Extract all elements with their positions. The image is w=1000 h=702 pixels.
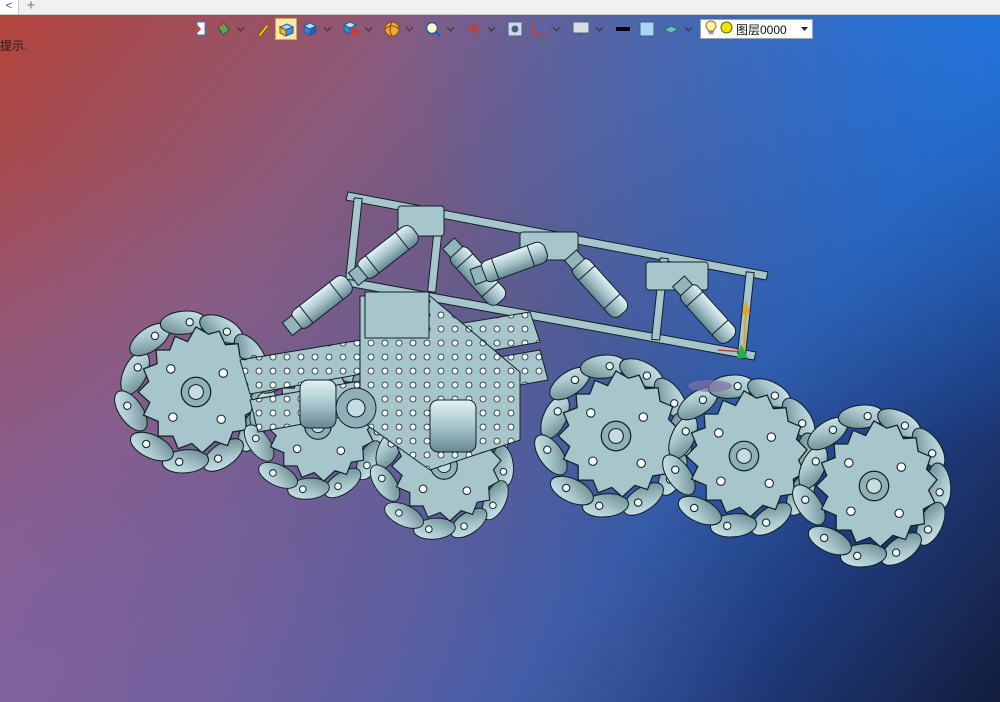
robot-model[interactable] bbox=[108, 191, 952, 572]
model-viewport[interactable] bbox=[0, 0, 1000, 702]
